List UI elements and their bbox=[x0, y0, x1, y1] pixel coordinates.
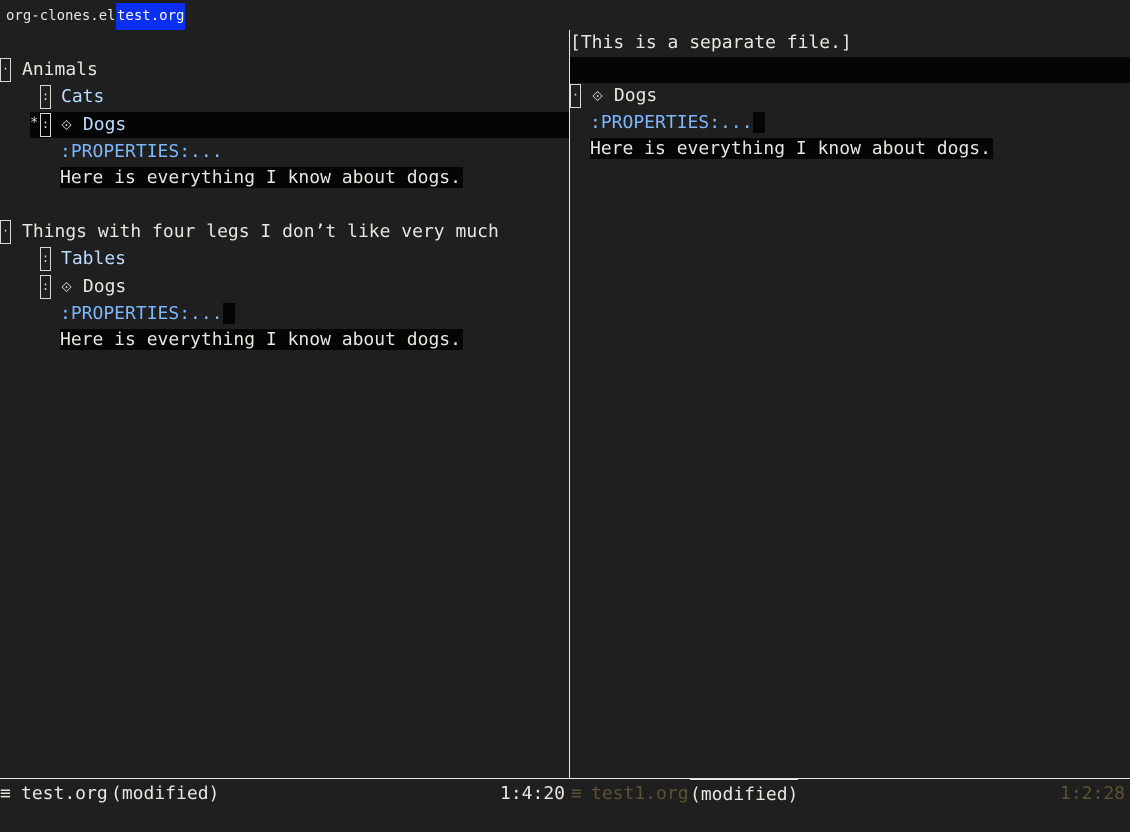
buffer-name-right[interactable]: test1.org bbox=[591, 779, 689, 809]
buffer-status-left: (modified) bbox=[111, 783, 220, 804]
buffer-name-left[interactable]: test.org bbox=[21, 779, 108, 809]
tab-org-clones[interactable]: org-clones.el bbox=[0, 3, 122, 30]
heading-animals[interactable]: Animals bbox=[22, 57, 98, 83]
tab-bar: org-clones.el test.org bbox=[0, 0, 1130, 30]
properties-drawer[interactable]: :PROPERTIES:... bbox=[60, 139, 223, 165]
heading-dogs-label: Dogs bbox=[613, 85, 658, 106]
emacs-frame: org-clones.el test.org · Animals : Cats … bbox=[0, 0, 1130, 832]
right-window[interactable]: [This is a separate file.] · ⟐ Dogs :PRO… bbox=[570, 30, 1130, 778]
clone-diamond-icon: ⟐ bbox=[61, 118, 73, 134]
mode-line: ≡ test.org (modified) 1:4:20 ≡ test1.org… bbox=[0, 778, 1130, 809]
left-window[interactable]: · Animals : Cats * : ⟐ Dogs :PROPERTIES:… bbox=[0, 30, 570, 778]
clone-marker: * bbox=[30, 115, 39, 131]
body-text: Here is everything I know about dogs. bbox=[590, 136, 993, 162]
heading-four-legs[interactable]: Things with four legs I don’t like very … bbox=[22, 219, 499, 245]
properties-drawer[interactable]: :PROPERTIES:... bbox=[60, 301, 236, 327]
fold-toggle-icon[interactable]: : bbox=[40, 113, 51, 137]
cursor-block bbox=[752, 112, 766, 133]
fold-toggle-icon[interactable]: · bbox=[0, 58, 11, 82]
properties-drawer[interactable]: :PROPERTIES:... bbox=[590, 110, 766, 136]
menu-icon[interactable]: ≡ bbox=[0, 779, 11, 809]
heading-dogs-label: Dogs bbox=[82, 276, 127, 297]
body-text: Here is everything I know about dogs. bbox=[60, 327, 463, 353]
cursor-position-right: 1:2:28 bbox=[1060, 783, 1126, 804]
current-line-highlight bbox=[570, 57, 1130, 83]
menu-icon[interactable]: ≡ bbox=[571, 779, 582, 809]
properties-label: :PROPERTIES:... bbox=[60, 303, 223, 324]
fold-toggle-icon[interactable]: · bbox=[0, 220, 11, 244]
body-text-content: Here is everything I know about dogs. bbox=[590, 138, 993, 159]
file-header-line: [This is a separate file.] bbox=[570, 32, 852, 53]
clone-diamond-icon: ⟐ bbox=[592, 89, 604, 105]
fold-toggle-icon[interactable]: : bbox=[40, 247, 51, 271]
fold-toggle-icon[interactable]: : bbox=[40, 85, 51, 109]
clone-diamond-icon: ⟐ bbox=[61, 280, 73, 296]
body-text: Here is everything I know about dogs. bbox=[60, 165, 463, 191]
cursor-block bbox=[222, 303, 236, 324]
body-text-content: Here is everything I know about dogs. bbox=[60, 167, 463, 188]
cursor-position-left: 1:4:20 bbox=[500, 783, 566, 804]
buffer-status-right: (modified) bbox=[690, 779, 799, 810]
heading-dogs-2[interactable]: ⟐ Dogs bbox=[61, 274, 126, 300]
fold-toggle-icon[interactable]: · bbox=[570, 84, 581, 108]
heading-cats[interactable]: Cats bbox=[61, 84, 104, 110]
properties-label: :PROPERTIES:... bbox=[590, 112, 753, 133]
fold-toggle-icon[interactable]: : bbox=[40, 275, 51, 299]
heading-dogs-1[interactable]: ⟐ Dogs bbox=[61, 112, 126, 138]
heading-tables[interactable]: Tables bbox=[61, 246, 126, 272]
heading-dogs-label: Dogs bbox=[82, 114, 127, 135]
tab-test-org[interactable]: test.org bbox=[116, 3, 186, 30]
heading-dogs-right[interactable]: ⟐ Dogs bbox=[592, 83, 657, 109]
body-text-content: Here is everything I know about dogs. bbox=[60, 329, 463, 350]
